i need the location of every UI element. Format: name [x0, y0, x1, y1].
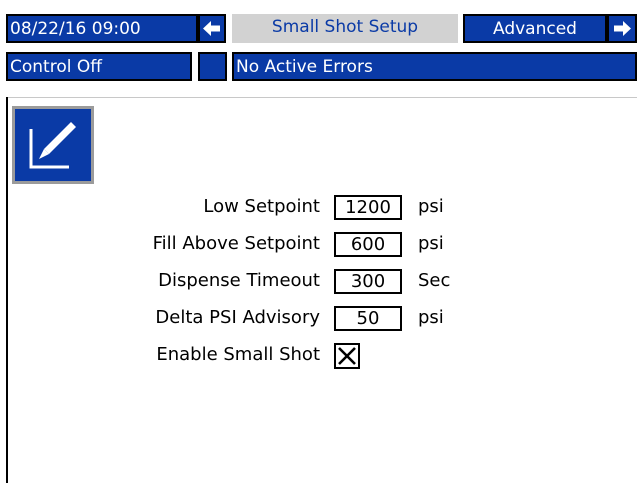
field-unit: psi — [418, 196, 444, 217]
field-label: Delta PSI Advisory — [155, 307, 320, 328]
status-bar: Control Off No Active Errors — [0, 52, 637, 81]
field-row-delta-psi-advisory: Delta PSI Advisory 50 psi — [0, 303, 637, 335]
tab-advanced[interactable]: Advanced — [463, 14, 607, 43]
prev-screen-button[interactable] — [198, 14, 226, 43]
datetime-display: 08/22/16 09:00 — [6, 14, 198, 43]
arrow-left-icon — [203, 21, 220, 36]
low-setpoint-input[interactable]: 1200 — [334, 195, 402, 220]
field-label: Enable Small Shot — [156, 344, 320, 365]
field-label: Dispense Timeout — [158, 270, 320, 291]
edit-pencil-icon — [29, 122, 76, 169]
delta-psi-advisory-input[interactable]: 50 — [334, 306, 402, 331]
tab-small-shot-setup[interactable]: Small Shot Setup — [232, 14, 458, 43]
field-row-fill-above-setpoint: Fill Above Setpoint 600 psi — [0, 229, 637, 261]
field-unit: psi — [418, 233, 444, 254]
arrow-right-icon — [614, 21, 631, 36]
fill-above-setpoint-input[interactable]: 600 — [334, 232, 402, 257]
status-indicator — [198, 52, 227, 81]
field-row-low-setpoint: Low Setpoint 1200 psi — [0, 192, 637, 224]
edit-button[interactable] — [12, 106, 94, 184]
field-unit: Sec — [418, 270, 451, 291]
dispense-timeout-input[interactable]: 300 — [334, 269, 402, 294]
next-screen-button[interactable] — [607, 14, 637, 43]
control-status: Control Off — [6, 52, 192, 81]
field-row-enable-small-shot: Enable Small Shot — [0, 340, 637, 372]
field-label: Low Setpoint — [203, 196, 320, 217]
content-divider — [6, 97, 637, 98]
checkmark-x-icon — [338, 347, 356, 365]
enable-small-shot-checkbox[interactable] — [334, 343, 360, 369]
field-unit: psi — [418, 307, 444, 328]
field-label: Fill Above Setpoint — [152, 233, 320, 254]
field-row-dispense-timeout: Dispense Timeout 300 Sec — [0, 266, 637, 298]
error-status: No Active Errors — [232, 52, 637, 81]
header-bar: 08/22/16 09:00 Small Shot Setup Advanced — [0, 14, 637, 43]
